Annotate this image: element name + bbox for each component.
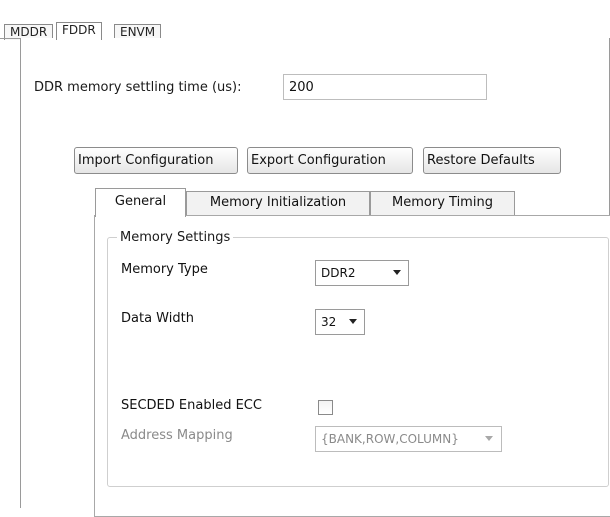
export-configuration-button[interactable]: Export Configuration — [247, 147, 413, 174]
settling-time-label: DDR memory settling time (us): — [34, 80, 242, 95]
tab-general[interactable]: General — [95, 188, 186, 217]
memory-settings-title: Memory Settings — [117, 230, 234, 245]
tab-memory-timing[interactable]: Memory Timing — [370, 191, 515, 216]
address-mapping-label: Address Mapping — [121, 428, 233, 443]
tab-fddr[interactable]: FDDR — [56, 22, 102, 40]
address-mapping-select[interactable]: {BANK,ROW,COLUMN} — [315, 426, 502, 452]
address-mapping-value: {BANK,ROW,COLUMN} — [321, 432, 459, 446]
secded-ecc-checkbox[interactable] — [318, 400, 333, 415]
memory-type-label: Memory Type — [121, 262, 208, 277]
data-width-select[interactable]: 32 — [315, 309, 365, 335]
chevron-down-icon — [485, 436, 493, 441]
top-tab-bar: MDDR FDDR ENVM — [0, 0, 610, 40]
tab-memory-initialization[interactable]: Memory Initialization — [186, 191, 370, 216]
chevron-down-icon — [349, 319, 357, 324]
chevron-down-icon — [393, 270, 401, 275]
memory-type-value: DDR2 — [321, 266, 356, 280]
restore-defaults-button[interactable]: Restore Defaults — [423, 147, 561, 174]
settling-time-input[interactable] — [283, 74, 487, 100]
data-width-label: Data Width — [121, 311, 194, 326]
import-configuration-button[interactable]: Import Configuration — [74, 147, 238, 174]
data-width-value: 32 — [321, 315, 337, 329]
secded-ecc-label: SECDED Enabled ECC — [121, 398, 262, 413]
memory-type-select[interactable]: DDR2 — [315, 260, 409, 286]
